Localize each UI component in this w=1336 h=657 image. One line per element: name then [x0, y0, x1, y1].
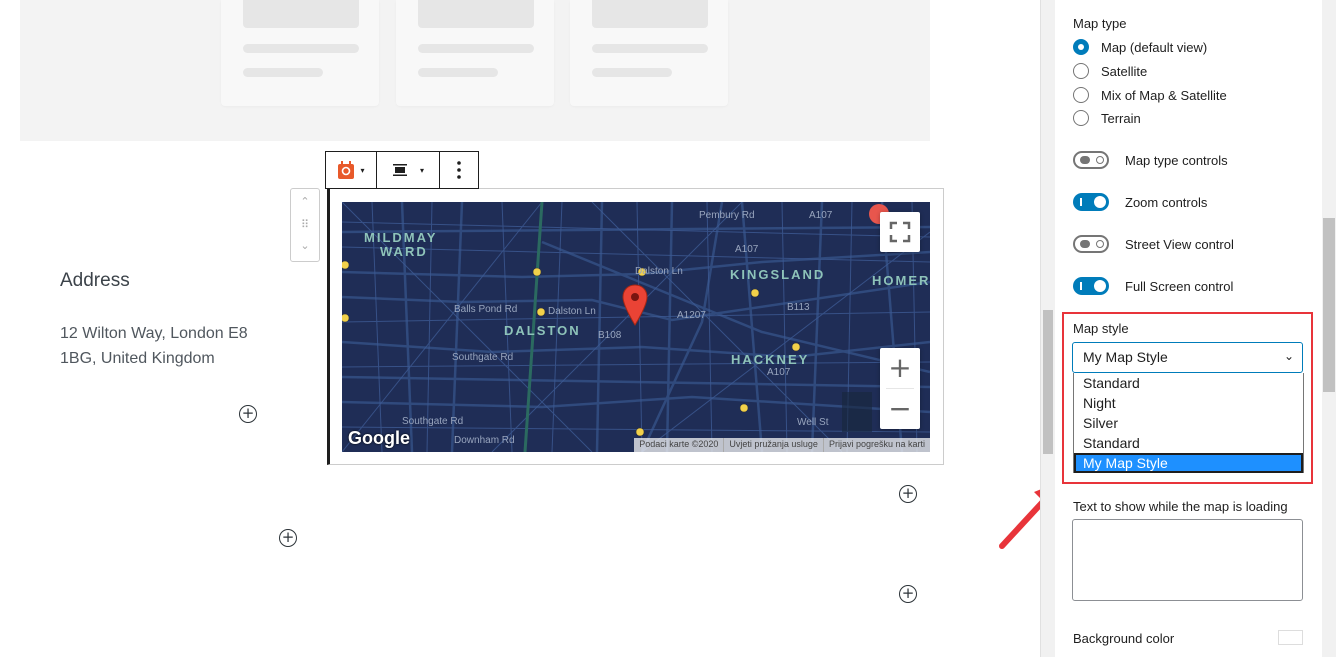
report-error-link[interactable]: Prijavi pogrešku na karti [822, 438, 930, 452]
street-label: B113 [787, 302, 810, 313]
add-block-button[interactable]: + [279, 529, 297, 547]
drag-handle-icon[interactable]: ⠿ [291, 218, 319, 231]
radio-button[interactable] [1073, 87, 1089, 103]
zoom-controls: + − [880, 348, 920, 429]
map-area-label: WARD [380, 244, 428, 259]
map-area-label: MILDMAY [364, 230, 438, 245]
street-label: A107 [767, 367, 791, 378]
option-night[interactable]: Night [1074, 393, 1303, 413]
radio-map-default[interactable]: Map (default view) [1073, 39, 1207, 55]
radio-mix[interactable]: Mix of Map & Satellite [1073, 87, 1227, 103]
radio-terrain[interactable]: Terrain [1073, 110, 1141, 126]
toggle-switch[interactable] [1073, 235, 1109, 253]
background-color-swatch[interactable] [1278, 630, 1303, 645]
address-heading: Address [60, 270, 130, 291]
option-silver[interactable]: Silver [1074, 413, 1303, 433]
toggle-switch[interactable] [1073, 193, 1109, 211]
placeholder-card [570, 0, 728, 106]
move-down-button[interactable]: ⌄ [291, 239, 319, 252]
address-line-2: 1BG, United Kingdom [60, 350, 215, 367]
radio-label: Map (default view) [1101, 39, 1208, 55]
map-block-icon [338, 161, 355, 179]
map-style-selected-value: My Map Style [1083, 349, 1168, 365]
add-block-button[interactable]: + [239, 405, 257, 423]
background-color-label: Background color [1073, 631, 1175, 646]
map-style-dropdown-list: Standard Night Silver Standard My Map St… [1073, 373, 1304, 473]
more-options-button[interactable] [440, 152, 478, 188]
toggle-street-view-control[interactable]: Street View control [1073, 235, 1234, 253]
street-label: A107 [735, 244, 759, 255]
map-area-label: HACKNEY [731, 352, 810, 367]
toggle-label: Map type controls [1125, 152, 1228, 168]
more-options-icon [457, 161, 461, 179]
toggle-map-type-controls[interactable]: Map type controls [1073, 151, 1228, 169]
loading-text-input[interactable] [1072, 519, 1303, 601]
map-attribution: Podaci karte ©2020 Uvjeti pružanja uslug… [634, 438, 930, 452]
zoom-in-button[interactable]: + [880, 348, 920, 388]
caret-down-icon: ▾ [360, 165, 365, 175]
add-block-button[interactable]: + [899, 485, 917, 503]
align-button[interactable]: ▾ [377, 152, 439, 188]
toggle-label: Zoom controls [1125, 194, 1208, 210]
terms-link[interactable]: Uvjeti pružanja usluge [723, 438, 823, 452]
street-label: Dalston Ln [548, 306, 596, 317]
map-marker-icon[interactable] [622, 284, 648, 326]
chevron-down-icon: ⌄ [1283, 349, 1294, 363]
align-icon [392, 164, 407, 176]
street-label: Southgate Rd [402, 416, 464, 427]
caret-down-icon: ▾ [419, 165, 424, 175]
fullscreen-button[interactable] [880, 212, 920, 252]
placeholder-card [221, 0, 379, 106]
street-label: Well St [797, 417, 829, 428]
map-type-label: Map type [1073, 16, 1127, 31]
map-style-select[interactable]: My Map Style ⌄ [1072, 342, 1303, 373]
block-toolbar: ▾ ▾ [325, 151, 479, 189]
toggle-label: Full Screen control [1125, 278, 1234, 294]
editor-scrollbar-thumb[interactable] [1043, 310, 1053, 454]
street-label: Southgate Rd [452, 352, 514, 363]
toggle-label: Street View control [1125, 236, 1234, 252]
map-area-label: HOMER [872, 273, 930, 288]
radio-button[interactable] [1073, 63, 1089, 79]
loading-text-label: Text to show while the map is loading [1073, 499, 1288, 514]
street-label: A1207 [677, 310, 706, 321]
map-area-label: DALSTON [504, 323, 581, 338]
placeholder-card [396, 0, 554, 106]
map-data-credit: Podaci karte ©2020 [639, 439, 719, 449]
address-line-1: 12 Wilton Way, London E8 [60, 325, 248, 342]
street-label: A107 [809, 210, 833, 221]
radio-label: Terrain [1101, 110, 1141, 126]
sidebar-scrollbar-thumb[interactable] [1323, 218, 1335, 392]
toggle-zoom-controls[interactable]: Zoom controls [1073, 193, 1207, 211]
street-label: Pembury Rd [699, 210, 755, 221]
radio-label: Satellite [1101, 63, 1148, 79]
option-standard[interactable]: Standard [1074, 373, 1303, 393]
toggle-switch[interactable] [1073, 277, 1109, 295]
toggle-switch[interactable] [1073, 151, 1109, 169]
google-logo: Google [348, 428, 410, 448]
map-area-label: KINGSLAND [730, 267, 826, 282]
move-up-button[interactable]: ⌃ [291, 195, 319, 208]
google-map[interactable]: MILDMAY WARD KINGSLAND HOMER DALSTON HAC… [342, 202, 930, 452]
street-label: B108 [598, 330, 622, 341]
street-label: Downham Rd [454, 435, 515, 446]
fullscreen-icon [889, 221, 911, 243]
block-mover[interactable]: ⌃ ⠿ ⌄ [290, 188, 320, 262]
radio-button[interactable] [1073, 110, 1089, 126]
radio-satellite[interactable]: Satellite [1073, 63, 1147, 79]
street-label: Balls Pond Rd [454, 304, 518, 315]
radio-button[interactable] [1073, 39, 1089, 55]
radio-label: Mix of Map & Satellite [1101, 87, 1227, 103]
zoom-out-button[interactable]: − [880, 389, 920, 429]
add-block-button[interactable]: + [899, 585, 917, 603]
block-type-button[interactable]: ▾ [326, 152, 376, 188]
option-my-map-style[interactable]: My Map Style [1074, 453, 1303, 473]
option-standard[interactable]: Standard [1074, 433, 1303, 453]
toggle-full-screen-control[interactable]: Full Screen control [1073, 277, 1233, 295]
street-label: Dalston Ln [635, 266, 683, 277]
